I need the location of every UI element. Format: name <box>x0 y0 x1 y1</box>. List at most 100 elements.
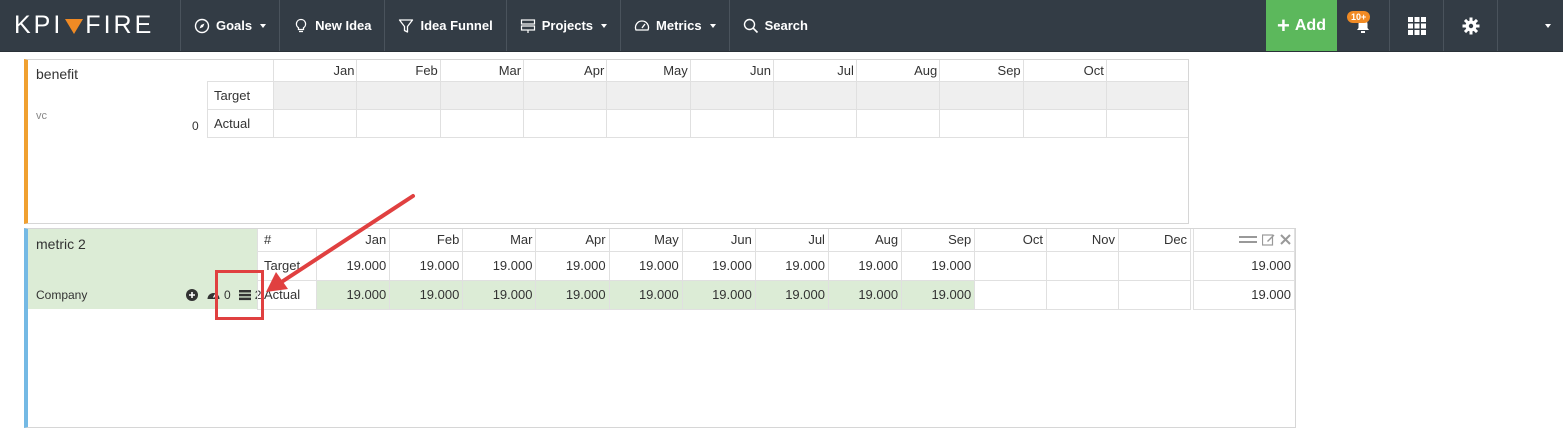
nav-metrics-label: Metrics <box>656 18 702 33</box>
target-cell[interactable] <box>773 80 857 110</box>
target-cell[interactable] <box>273 80 358 110</box>
projects-icon <box>520 18 535 33</box>
actual-cell[interactable] <box>773 108 857 138</box>
target-cell[interactable] <box>1118 250 1192 281</box>
month-header: Jul <box>754 229 829 252</box>
target-cell[interactable] <box>939 80 1024 110</box>
month-header: Jul <box>773 60 857 82</box>
logo-flame-icon <box>65 19 84 34</box>
lightbulb-icon <box>295 18 307 32</box>
actual-cell[interactable]: 19.000 <box>901 279 976 310</box>
row-label-actual: Actual <box>206 108 275 138</box>
row-label-target: Target <box>206 80 275 110</box>
navbar-spacer <box>821 0 1266 51</box>
edit-icon[interactable] <box>1262 233 1275 246</box>
target-cell[interactable] <box>1022 80 1107 110</box>
nav-new-idea-label: New Idea <box>315 18 372 33</box>
actual-cell[interactable]: 19.000 <box>316 279 391 310</box>
target-cell[interactable] <box>523 80 608 110</box>
actual-cell[interactable] <box>523 108 608 138</box>
actual-cell[interactable] <box>855 108 941 138</box>
month-header: Apr <box>523 60 608 82</box>
actual-cell[interactable] <box>1105 108 1188 138</box>
notification-badge: 10+ <box>1347 11 1371 23</box>
actual-cell[interactable]: 19.000 <box>462 279 537 310</box>
target-cell[interactable]: 19.000 <box>681 250 756 281</box>
plus-icon: + <box>1277 12 1290 38</box>
target-cell[interactable]: 19.000 <box>389 250 464 281</box>
month-header: Jun <box>689 60 775 82</box>
target-cell[interactable]: 19.000 <box>754 250 829 281</box>
actual-cell[interactable] <box>1118 279 1192 310</box>
gauge-icon <box>634 19 650 31</box>
add-circle-icon[interactable] <box>186 289 198 301</box>
month-header: May <box>606 60 691 82</box>
actual-cell[interactable] <box>356 108 441 138</box>
month-header: May <box>608 229 683 252</box>
actual-cell[interactable]: 19.000 <box>535 279 610 310</box>
close-icon[interactable] <box>1280 234 1291 245</box>
month-header-row: # Jan Feb Mar Apr May Jun Jul Aug Sep Oc… <box>256 229 1296 252</box>
kpifire-logo[interactable]: KPI FIRE <box>0 0 181 51</box>
metric-card-metric-2: metric 2 Company 0 2 # Jan Feb Mar Apr M… <box>24 228 1296 428</box>
nav-new-idea[interactable]: New Idea <box>280 0 386 51</box>
nav-goals[interactable]: Goals <box>181 0 281 51</box>
metric-name[interactable]: metric 2 <box>36 236 86 252</box>
actual-cell[interactable] <box>1046 279 1120 310</box>
actual-cell[interactable]: 19.000 <box>608 279 683 310</box>
target-row: Target <box>206 80 1188 110</box>
actual-cell[interactable] <box>974 279 1048 310</box>
month-header: Apr <box>535 229 610 252</box>
actual-row: Actual 19.000 19.000 19.000 19.000 19.00… <box>256 279 1296 310</box>
target-cell[interactable] <box>606 80 691 110</box>
nav-projects[interactable]: Projects <box>507 0 622 51</box>
actual-cell[interactable]: 19.000 <box>754 279 829 310</box>
nav-search[interactable]: Search <box>730 0 821 51</box>
target-cell[interactable]: 19.000 <box>608 250 683 281</box>
hash-header: # <box>256 229 318 252</box>
target-cell[interactable] <box>855 80 941 110</box>
metric-name[interactable]: benefit <box>36 66 78 82</box>
settings-button[interactable] <box>1443 0 1497 51</box>
month-header <box>1105 60 1188 82</box>
actual-cell[interactable] <box>439 108 525 138</box>
target-cell[interactable]: 19.000 <box>901 250 976 281</box>
logo-text-kpi: KPI <box>14 11 64 39</box>
nav-idea-funnel[interactable]: Idea Funnel <box>385 0 507 51</box>
metric-count: 0 <box>192 119 199 133</box>
top-navbar: KPI FIRE Goals New Idea Idea Funnel Proje… <box>0 0 1563 52</box>
actual-cell[interactable]: 19.000 <box>827 279 903 310</box>
add-button[interactable]: + Add <box>1266 0 1337 51</box>
annotation-highlight-box <box>215 270 264 320</box>
target-cell[interactable]: 19.000 <box>535 250 610 281</box>
compass-icon <box>194 18 210 33</box>
target-cell[interactable] <box>1046 250 1120 281</box>
actual-cell[interactable] <box>1022 108 1107 138</box>
month-header: Nov <box>1046 229 1120 252</box>
nav-metrics[interactable]: Metrics <box>621 0 730 51</box>
target-cell[interactable]: 19.000 <box>827 250 903 281</box>
target-cell[interactable] <box>1105 80 1188 110</box>
target-cell[interactable] <box>689 80 775 110</box>
target-row: Target 19.000 19.000 19.000 19.000 19.00… <box>256 250 1296 281</box>
actual-cell[interactable] <box>939 108 1024 138</box>
month-header: Jun <box>681 229 756 252</box>
notifications-button[interactable]: 10+ <box>1337 0 1389 51</box>
actual-cell[interactable] <box>689 108 775 138</box>
target-cell[interactable]: 19.000 <box>462 250 537 281</box>
row-tools <box>1192 229 1296 252</box>
row-label-target: Target <box>256 250 318 281</box>
target-cell[interactable]: 19.000 <box>316 250 391 281</box>
target-cell[interactable] <box>974 250 1048 281</box>
chevron-down-icon <box>709 23 716 28</box>
user-menu-toggle[interactable] <box>1497 0 1563 51</box>
target-cell[interactable] <box>356 80 441 110</box>
actual-cell[interactable] <box>606 108 691 138</box>
target-cell[interactable] <box>439 80 525 110</box>
actual-cell[interactable] <box>273 108 358 138</box>
apps-grid-button[interactable] <box>1389 0 1443 51</box>
header-spacer <box>207 60 274 82</box>
actual-cell[interactable]: 19.000 <box>389 279 464 310</box>
actual-cell[interactable]: 19.000 <box>681 279 756 310</box>
drag-handle-icon[interactable] <box>1239 235 1257 244</box>
